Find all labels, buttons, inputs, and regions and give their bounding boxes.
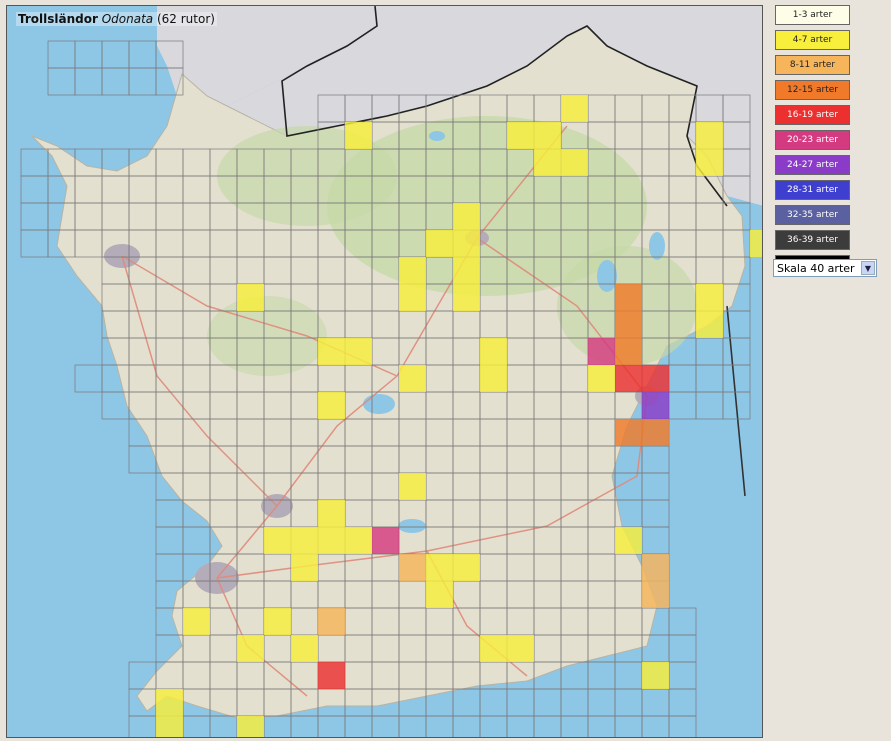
- species-cell[interactable]: [237, 635, 264, 662]
- lake: [429, 131, 445, 141]
- species-cell[interactable]: [453, 257, 480, 284]
- legend-item: 1-3 arter: [775, 5, 850, 25]
- title-common: Trollsländor: [18, 12, 98, 26]
- species-cell[interactable]: [561, 95, 588, 122]
- species-cell[interactable]: [426, 554, 453, 581]
- legend-item: 4-7 arter: [775, 30, 850, 50]
- species-cell[interactable]: [615, 527, 642, 554]
- species-cell[interactable]: [480, 338, 507, 365]
- lake: [597, 260, 617, 292]
- species-cell[interactable]: [318, 338, 345, 365]
- forest-area: [207, 296, 327, 376]
- species-cell[interactable]: [156, 716, 183, 738]
- scale-select[interactable]: Skala 40 arter ▼: [773, 259, 877, 277]
- species-cell[interactable]: [561, 149, 588, 176]
- species-cell[interactable]: [345, 122, 372, 149]
- species-cell[interactable]: [399, 473, 426, 500]
- species-cell[interactable]: [237, 716, 264, 738]
- legend-item: 8-11 arter: [775, 55, 850, 75]
- legend-item: 32-35 arter: [775, 205, 850, 225]
- species-cell[interactable]: [399, 554, 426, 581]
- species-cell[interactable]: [642, 392, 669, 419]
- species-cell[interactable]: [291, 527, 318, 554]
- species-cell[interactable]: [426, 581, 453, 608]
- species-cell[interactable]: [291, 554, 318, 581]
- lake: [649, 232, 665, 260]
- legend-item: 36-39 arter: [775, 230, 850, 250]
- legend-item: 12-15 arter: [775, 80, 850, 100]
- species-cell[interactable]: [318, 527, 345, 554]
- species-cell[interactable]: [318, 392, 345, 419]
- species-cell[interactable]: [615, 338, 642, 365]
- legend-item: 28-31 arter: [775, 180, 850, 200]
- species-cell[interactable]: [318, 662, 345, 689]
- species-cell[interactable]: [264, 608, 291, 635]
- scale-select-value: Skala 40 arter: [777, 262, 855, 275]
- species-cell[interactable]: [399, 284, 426, 311]
- species-cell[interactable]: [480, 635, 507, 662]
- species-cell[interactable]: [399, 365, 426, 392]
- species-cell[interactable]: [642, 365, 669, 392]
- species-cell[interactable]: [615, 365, 642, 392]
- species-cell[interactable]: [507, 122, 534, 149]
- map-title: Trollsländor Odonata (62 rutor): [16, 12, 217, 26]
- legend-item: 20-23 arter: [775, 130, 850, 150]
- species-cell[interactable]: [453, 203, 480, 230]
- species-cell[interactable]: [615, 419, 642, 446]
- chevron-down-icon[interactable]: ▼: [861, 261, 875, 275]
- legend: 1-3 arter 4-7 arter 8-11 arter 12-15 arter 1…: [775, 5, 850, 280]
- species-cell[interactable]: [642, 554, 669, 581]
- title-count: (62 rutor): [156, 12, 215, 26]
- species-cell[interactable]: [156, 689, 183, 716]
- species-cell[interactable]: [318, 500, 345, 527]
- species-cell[interactable]: [291, 635, 318, 662]
- species-cell[interactable]: [453, 554, 480, 581]
- species-cell[interactable]: [453, 230, 480, 257]
- species-cell[interactable]: [696, 311, 723, 338]
- species-cell[interactable]: [453, 284, 480, 311]
- species-cell[interactable]: [426, 230, 453, 257]
- legend-item: 24-27 arter: [775, 155, 850, 175]
- map-view[interactable]: Trollsländor Odonata (62 rutor): [6, 5, 763, 738]
- species-cell[interactable]: [480, 365, 507, 392]
- species-cell[interactable]: [399, 257, 426, 284]
- species-cell[interactable]: [372, 527, 399, 554]
- title-latin: Odonata: [101, 12, 154, 26]
- species-cell[interactable]: [345, 527, 372, 554]
- legend-item: 16-19 arter: [775, 105, 850, 125]
- species-cell[interactable]: [615, 311, 642, 338]
- species-cell[interactable]: [696, 284, 723, 311]
- species-cell[interactable]: [642, 419, 669, 446]
- species-cell[interactable]: [696, 122, 723, 149]
- species-cell[interactable]: [507, 635, 534, 662]
- species-cell[interactable]: [345, 338, 372, 365]
- species-cell[interactable]: [237, 284, 264, 311]
- species-cell[interactable]: [642, 581, 669, 608]
- species-cell[interactable]: [696, 149, 723, 176]
- species-cell[interactable]: [615, 284, 642, 311]
- species-cell[interactable]: [318, 608, 345, 635]
- lake: [398, 519, 426, 533]
- species-cell[interactable]: [750, 230, 763, 257]
- species-cell[interactable]: [183, 608, 210, 635]
- lake: [363, 394, 395, 414]
- species-cell[interactable]: [264, 527, 291, 554]
- species-cell[interactable]: [642, 662, 669, 689]
- species-cell[interactable]: [588, 365, 615, 392]
- species-cell[interactable]: [534, 122, 561, 149]
- species-cell[interactable]: [588, 338, 615, 365]
- species-cell[interactable]: [534, 149, 561, 176]
- map-canvas[interactable]: [7, 6, 763, 738]
